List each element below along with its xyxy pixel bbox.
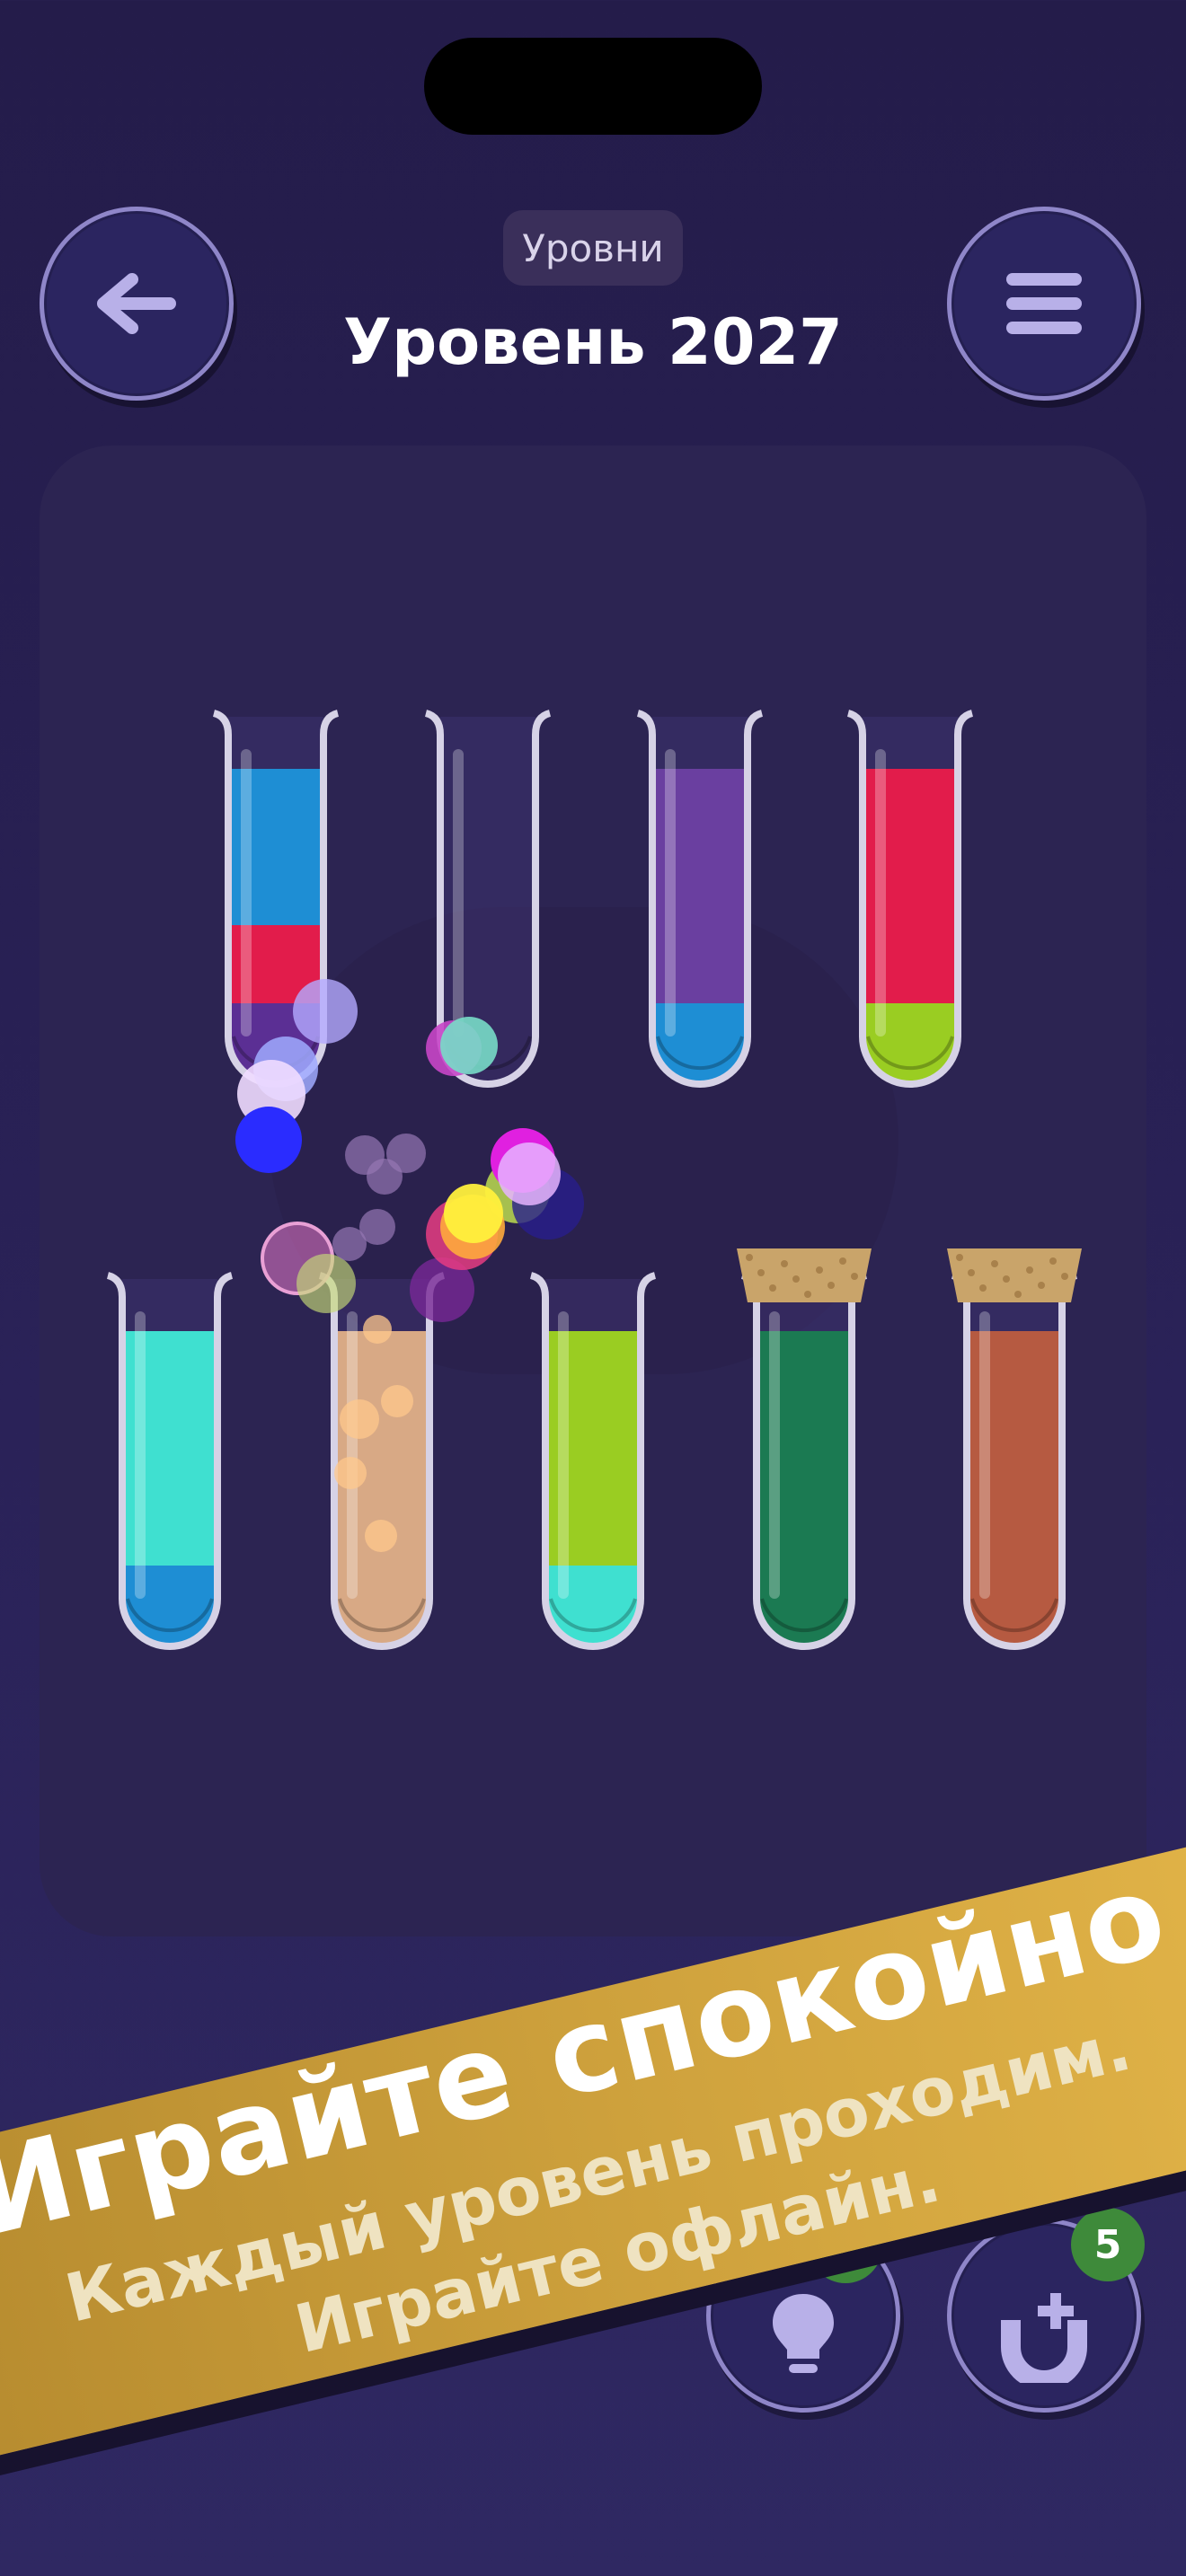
tube-5[interactable] (102, 1272, 237, 1662)
levels-label: Уровни (522, 225, 664, 270)
menu-button[interactable] (947, 207, 1141, 401)
particle (444, 1184, 503, 1243)
tube-6[interactable] (314, 1272, 449, 1662)
lightbulb-icon (773, 2294, 834, 2373)
particle (293, 979, 358, 1044)
device-notch (424, 38, 762, 135)
particle (296, 1254, 356, 1313)
back-button[interactable] (40, 207, 234, 401)
magnet-count-badge: 5 (1071, 2208, 1145, 2281)
hamburger-menu-icon (1006, 273, 1082, 334)
magnet-plus-icon (1001, 2293, 1087, 2383)
particle (332, 1227, 367, 1261)
level-title: Уровень 2027 (343, 305, 843, 379)
tube-7[interactable] (526, 1272, 660, 1662)
tube-8[interactable] (737, 1248, 872, 1662)
particle (235, 1107, 302, 1173)
arrow-left-icon (97, 273, 176, 334)
tube-3[interactable] (633, 710, 767, 1099)
magnet-count: 5 (1093, 2221, 1122, 2268)
levels-button[interactable]: Уровни (503, 210, 683, 286)
particle (440, 1017, 498, 1074)
tube-4[interactable] (843, 710, 978, 1099)
particle (498, 1142, 561, 1205)
tube-9[interactable] (947, 1248, 1082, 1662)
particle (386, 1134, 426, 1173)
